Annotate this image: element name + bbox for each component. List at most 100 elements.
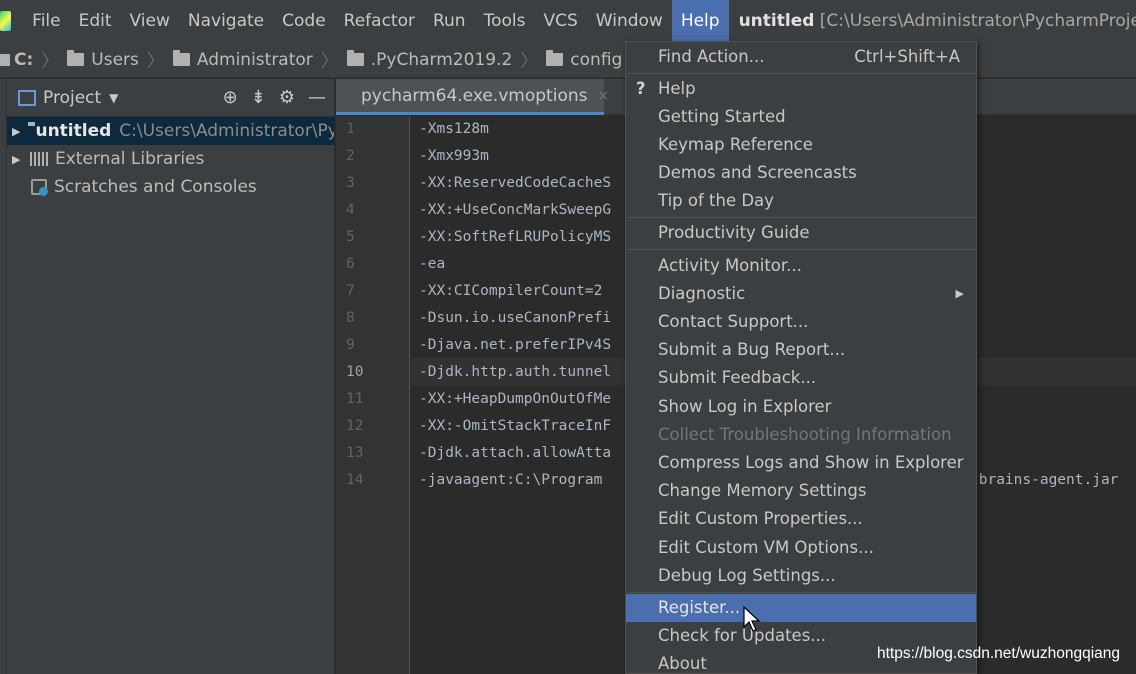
line-number: 8 <box>346 310 355 326</box>
line-number: 7 <box>346 283 355 299</box>
chevron-down-icon[interactable]: ▼ <box>109 91 118 105</box>
menu-item-label: Find Action... <box>658 47 765 66</box>
code-line: -XX:ReservedCodeCacheS <box>419 175 612 191</box>
code-line: -Dsun.io.useCanonPrefi <box>419 310 612 326</box>
breadcrumb-separator: 〉 <box>320 50 339 72</box>
line-number: 6 <box>346 256 355 272</box>
menu-diagnostic[interactable]: Diagnostic ▶ <box>626 280 976 308</box>
code-line: -Djdk.attach.allowAtta <box>419 445 612 461</box>
breadcrumb-label: Administrator <box>196 49 313 70</box>
pycharm-logo-icon <box>0 11 12 31</box>
menu-vcs[interactable]: VCS <box>534 0 586 42</box>
menu-productivity-guide[interactable]: Productivity Guide <box>626 219 976 247</box>
menu-submit-bug-report[interactable]: Submit a Bug Report... <box>626 336 976 364</box>
menu-file[interactable]: File <box>23 0 69 42</box>
line-number: 2 <box>346 148 355 164</box>
code-line: -ea <box>419 256 446 272</box>
code-line: -XX:+HeapDumpOnOutOfMe <box>419 391 612 407</box>
code-line: -Xms128m <box>419 121 489 137</box>
expand-arrow-icon[interactable]: ▶ <box>12 153 22 166</box>
code-line: -Xmx993m <box>419 148 489 164</box>
expand-arrow-icon[interactable]: ▶ <box>12 125 20 138</box>
tree-item-external-libraries[interactable]: ▶ External Libraries <box>7 145 334 173</box>
breadcrumb-drive-label: C: <box>14 49 34 70</box>
line-number: 11 <box>346 391 364 407</box>
tree-item-path: C:\Users\Administrator\Py <box>119 121 334 141</box>
breadcrumb-label: Users <box>91 49 139 70</box>
breadcrumb-drive[interactable]: C: <box>0 50 33 70</box>
menu-help-item[interactable]: ? Help <box>626 75 976 103</box>
menu-edit-custom-properties[interactable]: Edit Custom Properties... <box>626 505 976 533</box>
menu-getting-started[interactable]: Getting Started <box>626 103 976 131</box>
menu-tip-of-the-day[interactable]: Tip of the Day <box>626 187 976 215</box>
menu-register[interactable]: Register... <box>626 594 976 622</box>
folder-icon <box>546 50 564 66</box>
question-icon: ? <box>636 79 646 98</box>
window-title-project: untitled <box>738 11 815 31</box>
help-menu-dropdown: Find Action... Ctrl+Shift+A ? Help Getting… <box>625 41 977 674</box>
line-number: 12 <box>346 418 364 434</box>
breadcrumb-item-users[interactable]: Users <box>67 50 139 70</box>
scratches-icon <box>30 178 48 196</box>
submenu-arrow-icon: ▶ <box>955 287 964 300</box>
line-number: 3 <box>346 175 355 191</box>
code-line: -Djava.net.preferIPv4S <box>419 337 612 353</box>
menu-show-log[interactable]: Show Log in Explorer <box>626 393 976 421</box>
menu-change-memory[interactable]: Change Memory Settings <box>626 477 976 505</box>
breadcrumb-item-administrator[interactable]: Administrator <box>172 49 313 70</box>
breadcrumb-item-config[interactable]: config <box>546 50 622 70</box>
menu-demos-screencasts[interactable]: Demos and Screencasts <box>626 159 976 187</box>
menu-view[interactable]: View <box>121 0 179 42</box>
editor-tab-label: pycharm64.exe.vmoptions <box>361 85 588 106</box>
folder-icon <box>172 50 190 66</box>
code-line: -Djdk.http.auth.tunnel <box>419 364 612 380</box>
line-number: 9 <box>346 337 355 353</box>
menu-activity-monitor[interactable]: Activity Monitor... <box>626 252 976 280</box>
menu-refactor[interactable]: Refactor <box>335 0 424 42</box>
breadcrumb-separator: 〉 <box>520 50 539 72</box>
menu-separator <box>627 73 977 74</box>
menu-keymap-reference[interactable]: Keymap Reference <box>626 131 976 159</box>
minimize-icon[interactable]: — <box>308 87 326 108</box>
menu-contact-support[interactable]: Contact Support... <box>626 308 976 336</box>
tree-item-untitled[interactable]: ▶ untitled C:\Users\Administrator\Py <box>7 117 334 145</box>
menu-edit[interactable]: Edit <box>70 0 121 42</box>
code-line: -XX:CICompilerCount=2 <box>419 283 603 299</box>
menu-submit-feedback[interactable]: Submit Feedback... <box>626 364 976 392</box>
menu-item-label: Help <box>658 79 696 98</box>
menu-collect-troubleshooting: Collect Troubleshooting Information <box>658 425 952 444</box>
menu-tools[interactable]: Tools <box>475 0 535 42</box>
line-number: 10 <box>346 364 364 380</box>
watermark-text: https://blog.csdn.net/wuzhongqiang <box>877 645 1121 662</box>
code-line: -javaagent:C:\Program <box>419 472 603 488</box>
menu-debug-log-settings[interactable]: Debug Log Settings... <box>626 562 976 590</box>
menu-navigate[interactable]: Navigate <box>179 0 273 42</box>
drive-icon <box>0 53 10 66</box>
library-icon <box>30 152 48 166</box>
menu-find-action[interactable]: Find Action... Ctrl+Shift+A <box>626 43 976 71</box>
breadcrumb-label: config <box>570 49 623 70</box>
breadcrumb-item-pycharm-config-root[interactable]: .PyCharm2019.2 <box>346 49 513 70</box>
close-icon[interactable]: × <box>597 88 609 104</box>
window-title-path: [C:\Users\Administrator\PycharmProjects\… <box>819 11 1136 31</box>
tree-item-scratches[interactable]: Scratches and Consoles <box>7 173 334 201</box>
menu-separator <box>627 217 977 218</box>
menu-compress-logs[interactable]: Compress Logs and Show in Explorer <box>626 449 976 477</box>
left-tool-strip <box>0 79 7 674</box>
menu-window[interactable]: Window <box>587 0 672 42</box>
line-number: 13 <box>346 445 364 461</box>
project-view-selector[interactable]: Project <box>43 88 101 108</box>
menu-code[interactable]: Code <box>273 0 335 42</box>
breadcrumb-label: .PyCharm2019.2 <box>370 49 513 70</box>
collapse-icon[interactable]: ⇟ <box>251 87 266 108</box>
tree-item-label: External Libraries <box>55 149 205 169</box>
line-number: 14 <box>346 472 364 488</box>
menu-item-label: Diagnostic <box>658 284 746 303</box>
menu-edit-custom-vm-options[interactable]: Edit Custom VM Options... <box>626 534 976 562</box>
menu-run[interactable]: Run <box>424 0 475 42</box>
editor-tab[interactable]: pycharm64.exe.vmoptions × <box>336 79 609 115</box>
menu-help[interactable]: Help <box>671 0 729 42</box>
mouse-cursor-icon <box>743 606 761 632</box>
locate-icon[interactable]: ⊕ <box>223 87 238 108</box>
gear-icon[interactable]: ⚙ <box>279 87 295 108</box>
